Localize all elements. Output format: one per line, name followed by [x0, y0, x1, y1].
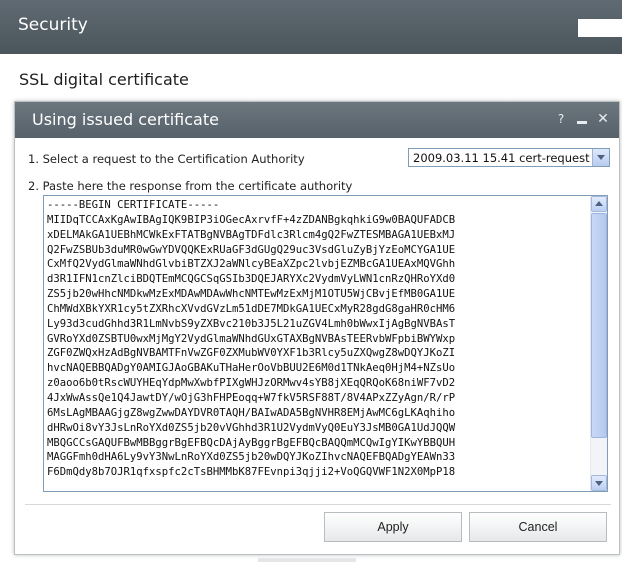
- certificate-dialog: Using issued certificate ? ✕ 1. Select a…: [14, 101, 620, 555]
- minimize-icon[interactable]: [576, 112, 588, 126]
- scroll-up-icon[interactable]: [591, 196, 607, 212]
- certificate-response-text[interactable]: -----BEGIN CERTIFICATE----- MIIDqTCCAxKg…: [47, 198, 590, 480]
- top-bar-search-box[interactable]: [578, 19, 622, 37]
- top-bar: Security: [0, 0, 622, 54]
- certificate-response-textarea[interactable]: -----BEGIN CERTIFICATE----- MIIDqTCCAxKg…: [43, 195, 608, 492]
- help-icon[interactable]: ?: [555, 112, 567, 126]
- request-select-value: 2009.03.11 15.41 cert-request: [413, 151, 590, 165]
- scroll-down-icon[interactable]: [591, 475, 607, 491]
- bottom-strip: [258, 558, 356, 562]
- dialog-title: Using issued certificate: [32, 110, 219, 129]
- dialog-controls: ? ✕: [555, 111, 609, 127]
- page-content: SSL digital certificate Using issued cer…: [0, 54, 622, 562]
- request-select[interactable]: 2009.03.11 15.41 cert-request: [408, 148, 610, 167]
- app-title: Security: [18, 15, 88, 35]
- chevron-down-icon[interactable]: [592, 149, 609, 166]
- dialog-header: Using issued certificate ? ✕: [15, 102, 619, 138]
- page-heading: SSL digital certificate: [19, 70, 189, 89]
- textarea-scrollbar[interactable]: [590, 196, 607, 491]
- close-icon[interactable]: ✕: [597, 111, 609, 127]
- apply-button[interactable]: Apply: [324, 512, 462, 542]
- cancel-button[interactable]: Cancel: [469, 512, 607, 542]
- step2-label: 2. Paste here the response from the cert…: [28, 179, 353, 193]
- scrollbar-thumb[interactable]: [591, 213, 607, 438]
- step1-label: 1. Select a request to the Certification…: [28, 152, 305, 166]
- divider: [25, 504, 611, 505]
